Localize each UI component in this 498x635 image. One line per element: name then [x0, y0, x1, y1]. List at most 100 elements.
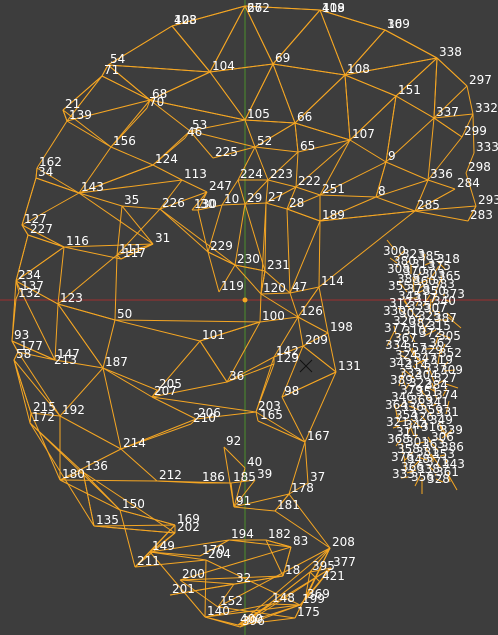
vertex-label: 231	[267, 258, 290, 272]
vertex-label: 318	[437, 252, 460, 266]
mesh-edge	[197, 209, 209, 253]
mesh-edge	[395, 95, 435, 119]
vertex-label: 135	[96, 513, 119, 527]
mesh-edge	[344, 74, 397, 97]
mesh-edge	[436, 57, 468, 87]
vertex-label: 299	[464, 124, 487, 138]
vertex-label: 310	[403, 324, 426, 338]
3d-viewport[interactable]: 67 109 103 10 54 71 104 69 108 338 297 68 70 151 21 139…	[0, 0, 498, 635]
vertex-label: 117	[123, 246, 146, 260]
vertex-label: 132	[18, 286, 41, 300]
mesh-edge	[78, 192, 154, 245]
mesh-edge	[257, 420, 306, 443]
vertex-label: 149	[152, 539, 175, 553]
vertex-label: 150	[122, 497, 145, 511]
vertex-label: 396	[242, 614, 265, 628]
vertex-label: 18	[285, 563, 300, 577]
mesh-edge	[27, 234, 65, 248]
mesh-edge	[349, 139, 387, 163]
vertex-label: 297	[469, 73, 492, 87]
vertex-label: 336	[430, 167, 453, 181]
vertex-label: 83	[293, 534, 308, 548]
vertex-label: 8	[378, 184, 386, 198]
mesh-edge	[244, 119, 256, 148]
vertex-label: 39	[257, 467, 272, 481]
vertex-label: 27	[268, 190, 283, 204]
vertex-label: 152	[220, 594, 243, 608]
mesh-edge	[289, 292, 299, 318]
vertex-label: 101	[202, 328, 225, 342]
vertex-label: 200	[182, 567, 205, 581]
vertex-label: 180	[62, 467, 85, 481]
mesh-edge	[102, 367, 153, 398]
vertex-label: 65	[300, 139, 315, 153]
vertex-label: 10	[224, 192, 239, 206]
mesh-edge	[286, 208, 321, 222]
mesh-edge	[35, 167, 38, 179]
vertex-label: 374	[435, 388, 458, 402]
mesh-edge	[304, 441, 309, 484]
mesh-edge	[107, 64, 211, 73]
mesh-edge	[119, 509, 136, 568]
mesh-edge	[114, 319, 201, 342]
vertex-label: 148	[272, 591, 295, 605]
vertex-label: 123	[60, 291, 83, 305]
mesh-edge	[204, 616, 239, 626]
vertex-label: 71	[104, 63, 119, 77]
vertex-label: 98	[284, 384, 299, 398]
vertex-label: 35	[124, 193, 139, 207]
vertex-label: 378	[407, 282, 430, 296]
vertex-label: 202	[177, 520, 200, 534]
vertex-label: 209	[305, 333, 328, 347]
vertex-label: 114	[321, 274, 344, 288]
vertex-label: 284	[457, 176, 480, 190]
mesh-edge	[102, 367, 122, 450]
vertex-label: 186	[202, 470, 225, 484]
mesh-edge	[82, 471, 121, 511]
vertex-label: 70	[149, 95, 164, 109]
vertex-label: 167	[307, 429, 330, 443]
vertex-label: 30	[200, 197, 215, 211]
mesh-edge	[294, 122, 299, 153]
mesh-edge	[286, 208, 291, 294]
mesh-edge	[57, 303, 116, 321]
3d-cursor[interactable]	[299, 359, 313, 373]
mesh-edge	[66, 120, 112, 148]
vertex-label: 214	[123, 436, 146, 450]
mesh-edge	[78, 192, 123, 207]
mesh-edge	[120, 448, 158, 482]
vertex-label: 222	[298, 174, 321, 188]
mesh-edge	[119, 509, 176, 526]
vertex-label: 50	[117, 307, 132, 321]
vertex-label: 143	[81, 180, 104, 194]
vertex-label: 230	[237, 252, 260, 266]
vertex-label: 187	[105, 355, 128, 369]
vertex-label: 356	[411, 470, 434, 484]
vertex-label: 9	[388, 149, 396, 163]
mesh-edge	[267, 179, 297, 188]
vertex-label: 247	[209, 179, 232, 193]
mesh-edge	[59, 415, 122, 450]
vertex-label: 369	[307, 587, 330, 601]
vertex-label: 175	[297, 605, 320, 619]
vertex-label: 92	[226, 434, 241, 448]
mesh-edge	[375, 196, 416, 212]
mesh-edge	[319, 9, 346, 76]
vertex-label: 66	[297, 110, 312, 124]
vertex-label: 189	[322, 208, 345, 222]
vertex-label: 172	[32, 410, 55, 424]
vertex-label: 210	[193, 411, 216, 425]
vertex-label: 113	[184, 167, 207, 181]
vertex-label: 344	[405, 418, 428, 432]
mesh-edge	[121, 205, 154, 245]
mesh-edge	[295, 186, 321, 196]
vertex-label: 116	[66, 234, 89, 248]
vertex-label: 126	[300, 304, 323, 318]
mesh-edge	[228, 539, 292, 548]
vertex-label: 165	[260, 408, 283, 422]
mesh-wireframe[interactable]: 67 109103 105471 10469108338297687015121139…	[0, 0, 498, 635]
vertex-label: 192	[62, 403, 85, 417]
vertex-label: 131	[338, 359, 361, 373]
vertex-label: 52	[257, 134, 272, 148]
vertex-label: 225	[215, 145, 238, 159]
